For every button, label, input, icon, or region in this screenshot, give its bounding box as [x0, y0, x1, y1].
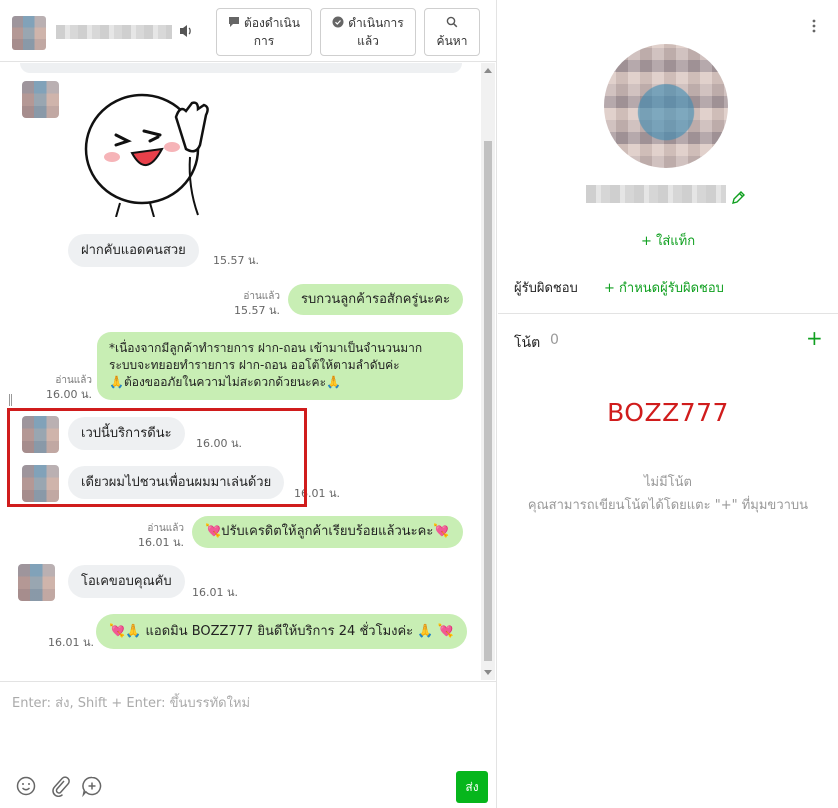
composer: ส่ง — [0, 681, 497, 808]
search-icon — [446, 16, 458, 28]
pending-label-part2: การ — [253, 34, 275, 48]
message-time: 15.57 น. — [213, 254, 260, 267]
message-incoming[interactable]: โอเคขอบคุณคับ — [68, 565, 185, 598]
message-time: 16.01 น. — [48, 636, 95, 649]
contact-name-blurred — [56, 25, 172, 39]
profile-pane: + ใส่แท็ก ผู้รับผิดชอบ + กำหนดผู้รับผิดช… — [498, 0, 838, 808]
attachment-icon[interactable] — [49, 775, 71, 797]
chat-pane: ต้องดำเนินการ ดำเนินการแล้ว ค้นหา ฝากคับ… — [0, 0, 497, 808]
notes-label: โน้ต — [514, 335, 541, 351]
emoji-icon[interactable] — [15, 775, 37, 797]
message-line: *เนื่องจากมีลูกค้าทำรายการ ฝาก-ถอน เข้าม… — [109, 341, 423, 355]
resize-handle[interactable] — [9, 394, 12, 406]
chat-check-icon — [332, 16, 344, 28]
pending-label-part1: ต้องดำเนิน — [244, 16, 300, 30]
empty-notes-title: ไม่มีโน้ต — [644, 475, 692, 490]
message-time: 16.01 น. — [192, 586, 239, 599]
scroll-down-icon[interactable] — [484, 670, 492, 675]
read-status: อ่านแล้ว — [55, 375, 92, 386]
highlight-annotation — [7, 408, 307, 507]
done-label-part1: ดำเนินการ — [348, 16, 404, 30]
notes-count: 0 — [550, 332, 559, 348]
sender-avatar[interactable] — [18, 564, 55, 601]
brand-watermark: BOZZ777 — [607, 398, 729, 427]
pending-button[interactable]: ต้องดำเนินการ — [216, 8, 312, 56]
profile-name-blurred — [586, 185, 726, 203]
scroll-up-icon[interactable] — [484, 68, 492, 73]
message-line: 🙏ต้องขออภัยในความไม่สะดวกด้วยนะคะ🙏 — [109, 375, 341, 389]
read-status: อ่านแล้ว — [147, 523, 184, 534]
speaker-icon[interactable] — [179, 23, 193, 39]
more-options-icon[interactable] — [811, 18, 817, 34]
empty-notes-hint: คุณสามารถเขียนโน้ตได้โดยแตะ "+" ที่มุมขว… — [527, 498, 809, 513]
scroll-thumb[interactable] — [484, 141, 492, 661]
add-comment-icon[interactable] — [81, 775, 103, 797]
search-label: ค้นหา — [436, 34, 468, 48]
message-time: 16.01 น. — [137, 536, 184, 549]
read-receipt-time: อ่านแล้ว 15.57 น. — [224, 290, 280, 318]
send-button[interactable]: ส่ง — [456, 771, 488, 803]
assign-responsible-link[interactable]: + กำหนดผู้รับผิดชอบ — [604, 277, 724, 298]
divider — [498, 313, 838, 314]
pencil-icon[interactable] — [730, 190, 746, 206]
message-outgoing[interactable]: *เนื่องจากมีลูกค้าทำรายการ ฝาก-ถอน เข้าม… — [97, 332, 463, 400]
add-note-button[interactable]: + — [806, 328, 823, 348]
message-time: 16.00 น. — [45, 388, 92, 401]
message-input[interactable] — [12, 692, 482, 772]
message-line: ระบบจะทยอยทำรายการ ฝาก-ถอน ออโต้ให้ตามลำ… — [109, 358, 400, 372]
sender-avatar[interactable] — [22, 81, 59, 118]
contact-avatar[interactable] — [12, 16, 46, 50]
add-tag-link[interactable]: + ใส่แท็ก — [641, 230, 695, 251]
chat-bubble-icon — [229, 17, 240, 27]
previous-message-bubble — [20, 63, 462, 73]
message-time: 15.57 น. — [233, 304, 280, 317]
message-incoming[interactable]: ฝากคับแอดคนสวย — [68, 234, 199, 267]
assignee-label: ผู้รับผิดชอบ — [514, 281, 578, 296]
message-list[interactable]: ฝากคับแอดคนสวย 15.57 น. อ่านแล้ว 15.57 น… — [0, 63, 481, 680]
profile-avatar[interactable] — [604, 44, 728, 168]
message-outgoing[interactable]: 💘🙏 แอดมิน BOZZ777 ยินดีให้บริการ 24 ชั่ว… — [96, 614, 467, 649]
done-button[interactable]: ดำเนินการแล้ว — [320, 8, 416, 56]
done-label-part2: แล้ว — [357, 34, 379, 48]
read-receipt-time: อ่านแล้ว 16.00 น. — [36, 374, 92, 402]
scrollbar[interactable] — [481, 63, 495, 680]
read-status: อ่านแล้ว — [243, 291, 280, 302]
read-receipt-time: อ่านแล้ว 16.01 น. — [128, 522, 184, 550]
message-outgoing[interactable]: รบกวนลูกค้ารอสักครู่นะคะ — [288, 284, 463, 315]
chat-header: ต้องดำเนินการ ดำเนินการแล้ว ค้นหา — [0, 0, 497, 62]
message-outgoing[interactable]: 💘ปรับเครดิตให้ลูกค้าเรียบร้อยแล้วนะคะ💘 — [192, 516, 463, 548]
search-button[interactable]: ค้นหา — [424, 8, 480, 56]
sticker-image[interactable] — [80, 87, 220, 217]
